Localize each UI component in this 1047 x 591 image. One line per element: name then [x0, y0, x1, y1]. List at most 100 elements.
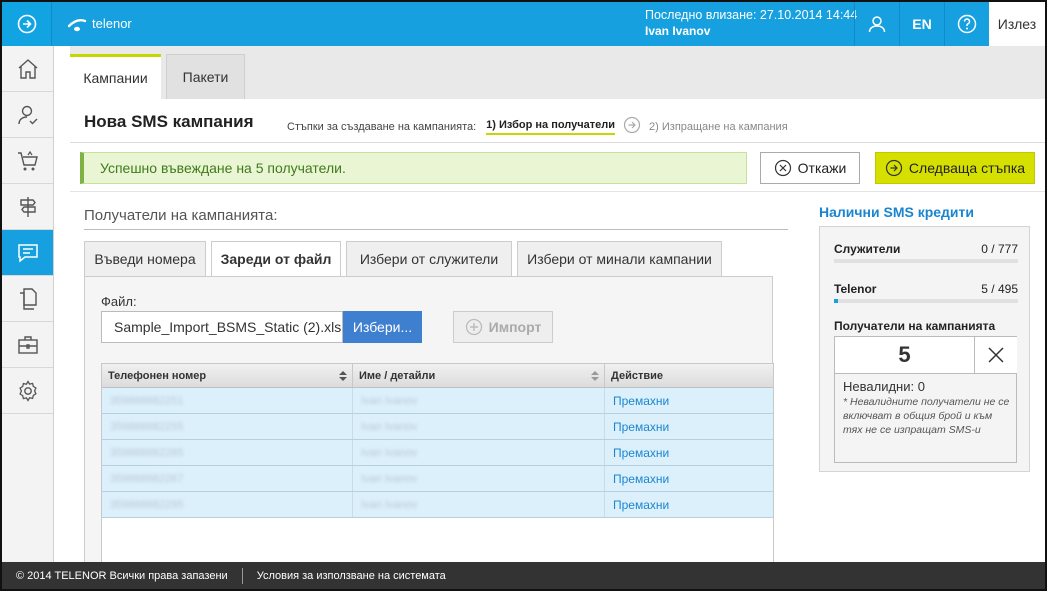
top-tabs: Кампании Пакети [70, 46, 1045, 99]
login-info: Последно влизане: 27.10.2014 14:44 Ivan … [645, 7, 857, 39]
recipients-table: Телефонен номер Име / детайли Действие 3… [101, 363, 774, 565]
sidebar-item-shop[interactable] [2, 138, 53, 184]
sidebar-item-settings[interactable] [2, 368, 53, 414]
import-label: Импорт [488, 319, 542, 335]
remove-link[interactable]: Премахни [613, 498, 669, 512]
table-header: Телефонен номер Име / детайли Действие [102, 364, 773, 388]
home-icon [18, 58, 37, 79]
sidebar-item-documents[interactable] [2, 276, 53, 322]
phone-cell: 359888882251 [110, 394, 184, 407]
cancel-label: Откажи [797, 160, 847, 176]
menu-toggle-button[interactable] [2, 2, 52, 46]
tab-load-from-file[interactable]: Зареди от файл [211, 241, 341, 277]
remove-link[interactable]: Премахни [613, 420, 669, 434]
step-2: 2) Изпращане на кампания [649, 120, 788, 133]
app-window: telenor Последно влизане: 27.10.2014 14:… [0, 0, 1047, 591]
remove-link[interactable]: Премахни [613, 472, 669, 486]
copyright: © 2014 TELENOR Всички права запазени [16, 569, 228, 582]
clear-recipients-button[interactable] [975, 337, 1017, 374]
table-empty-area [102, 518, 773, 564]
briefcase-icon [17, 335, 38, 354]
credits-title: Налични SMS кредити [819, 204, 975, 220]
plus-circle-icon [465, 318, 482, 336]
telenor-logo[interactable]: telenor [66, 12, 132, 34]
phone-cell: 359888882267 [110, 472, 184, 485]
sidebar [2, 46, 54, 562]
telenor-logo-icon [67, 18, 87, 32]
file-label: Файл: [101, 294, 137, 309]
invalid-count: Невалидни: 0 [843, 379, 925, 394]
top-bar: telenor Последно влизане: 27.10.2014 14:… [2, 2, 1045, 46]
column-label: Действие [611, 369, 663, 382]
invalid-note: * Невалидните получатели не се включват … [843, 396, 1010, 436]
profile-button[interactable] [854, 2, 899, 46]
sidebar-item-services[interactable] [2, 322, 53, 368]
credit-bar-employees [834, 259, 1018, 263]
step-arrow-icon [623, 116, 641, 137]
user-check-icon [17, 105, 37, 124]
table-row: 359888882255 Ivan Ivanov Премахни [102, 414, 773, 440]
step-1: 1) Избор на получатели [486, 119, 616, 135]
credit-bar-fill [834, 299, 838, 303]
phone-cell: 359888882295 [110, 498, 184, 511]
remove-link[interactable]: Премахни [613, 394, 669, 408]
file-path-input[interactable]: Sample_Import_BSMS_Static (2).xls [101, 311, 343, 343]
recipients-count: 5 [835, 337, 975, 374]
remove-link[interactable]: Премахни [613, 446, 669, 460]
name-cell: Ivan Ivanov [361, 472, 418, 485]
column-header-phone[interactable]: Телефонен номер [102, 364, 353, 387]
tab-select-employees[interactable]: Избери от служители [346, 241, 512, 277]
logout-button[interactable]: Излез [989, 2, 1045, 46]
cancel-button[interactable]: Откажи [760, 152, 860, 184]
credit-label: Служители [834, 242, 901, 256]
column-header-action: Действие [605, 364, 773, 387]
footer: © 2014 TELENOR Всички права запазени Усл… [2, 562, 1045, 589]
divider [84, 229, 788, 230]
credit-bar-telenor [834, 299, 1018, 303]
signpost-icon [19, 196, 36, 217]
tab-select-past-campaigns[interactable]: Избери от минали кампании [517, 241, 722, 277]
credit-label: Telenor [834, 282, 877, 296]
column-header-name[interactable]: Име / детайли [353, 364, 605, 387]
choose-file-button[interactable]: Избери... [343, 311, 422, 343]
table-row: 359888882267 Ivan Ivanov Премахни [102, 466, 773, 492]
next-step-button[interactable]: Следваща стъпка [875, 152, 1035, 184]
next-step-label: Следваща стъпка [908, 160, 1026, 176]
sidebar-item-home[interactable] [2, 46, 53, 92]
main-content: Кампании Пакети Нова SMS кампания Стъпки… [70, 46, 1045, 566]
footer-separator [241, 567, 243, 584]
last-login-label: Последно влизане: 27.10.2014 14:44 [645, 8, 858, 22]
gear-icon [18, 379, 37, 402]
tab-packages[interactable]: Пакети [166, 54, 245, 99]
column-label: Телефонен номер [108, 369, 207, 382]
phone-cell: 359888882285 [110, 446, 184, 459]
sidebar-item-directions[interactable] [2, 184, 53, 230]
help-icon [957, 14, 977, 34]
sidebar-item-users[interactable] [2, 92, 53, 138]
divider [70, 191, 1045, 192]
tab-enter-numbers[interactable]: Въведи номера [84, 241, 206, 277]
arrow-right-circle-icon [17, 14, 36, 34]
file-upload-panel: Файл: Sample_Import_BSMS_Static (2).xls … [84, 276, 774, 566]
help-button[interactable] [944, 2, 989, 46]
recipients-count-label: Получатели на кампанията [834, 319, 996, 333]
credit-value: 0 / 777 [981, 242, 1018, 256]
name-cell: Ivan Ivanov [361, 420, 418, 433]
tab-campaigns[interactable]: Кампании [70, 54, 161, 99]
sms-chat-icon [17, 243, 38, 263]
credit-value: 5 / 495 [981, 282, 1018, 296]
user-icon [868, 16, 886, 33]
sort-icon [591, 371, 599, 381]
arrow-right-circle-icon [885, 159, 903, 177]
sidebar-item-sms[interactable] [2, 230, 53, 276]
import-button[interactable]: Импорт [453, 311, 553, 343]
name-cell: Ivan Ivanov [361, 394, 418, 407]
terms-link[interactable]: Условия за използване на системата [257, 570, 446, 582]
credits-panel: Служители 0 / 777 Telenor 5 / 495 Получа… [819, 226, 1030, 472]
table-row: 359888882295 Ivan Ivanov Премахни [102, 492, 773, 518]
name-cell: Ivan Ivanov [361, 446, 418, 459]
language-button[interactable]: EN [899, 2, 944, 46]
documents-icon [19, 287, 37, 310]
divider [70, 142, 1045, 143]
table-row: 359888882251 Ivan Ivanov Премахни [102, 388, 773, 414]
